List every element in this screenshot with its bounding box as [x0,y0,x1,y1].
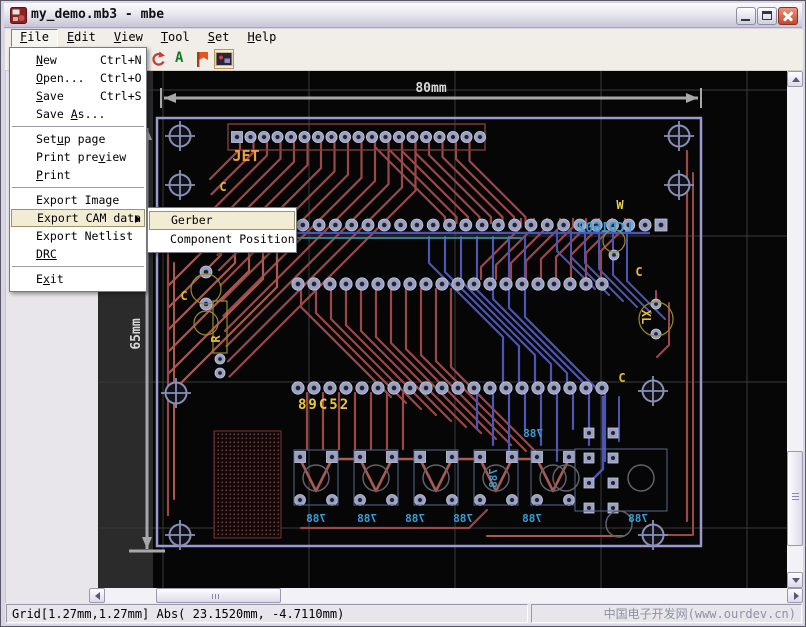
menu-item-label: Save As... [36,107,105,121]
silk-label-lcd-mirrored: LCD1602 [578,221,633,236]
menu-view[interactable]: View [105,29,152,47]
text-icon[interactable]: A [170,49,190,69]
horizontal-scroll-thumb[interactable] [156,588,281,603]
silk-label-c: C [219,180,226,194]
app-icon [10,7,27,24]
menu-separator [12,187,144,188]
menu-item-label: Export Image [36,193,119,207]
titlebar: my_demo.mb3 - mbe [4,3,802,28]
silk-label-key-mirrored: 788 [522,512,542,525]
pcb-canvas[interactable]: 80mm65mmJET89C52CCCCCWRXLLCD160278878878… [98,71,787,588]
dim-width-label: 80mm [415,81,446,96]
scroll-right-button[interactable] [787,588,803,603]
silk-label-ic: 89C52 [298,397,350,413]
menu-item-label: Print [36,168,71,182]
file-menu: New Ctrl+N Open... Ctrl+O Save Ctrl+S Save As.… [9,47,147,292]
menu-separator [12,266,144,267]
menu-item-label: Export CAM data [37,211,141,225]
menu-item-label: Export Netlist [36,229,133,243]
menu-set[interactable]: Set [199,29,239,47]
menu-item-export-cam-data[interactable]: Export CAM data [11,209,145,227]
silk-label-key-mirrored: 788 [405,512,425,525]
status-grid-readout: Grid[1.27mm,1.27mm] Abs( 23.1520mm, -4.7… [6,604,528,623]
menubar: FileEditViewToolSetHelp [5,29,803,47]
scroll-left-button[interactable] [89,588,105,603]
vertical-scroll-thumb[interactable] [787,451,803,546]
silk-label-key-mirrored: 788 [306,512,326,525]
menu-shortcut: Ctrl+O [100,69,142,87]
silk-label-key-mirrored: 788 [357,512,377,525]
silk-label-key-mirrored: 788 [453,512,473,525]
menu-item-exit[interactable]: Exit [10,270,146,288]
menu-shortcut: Ctrl+N [100,51,142,69]
submenu-arrow-icon [135,215,140,223]
silk-label-key-mirrored: 788 [487,468,500,488]
silk-label-key-mirrored: 788 [523,427,543,440]
menu-item-drc[interactable]: DRC [10,245,146,263]
menu-separator [12,126,144,127]
menu-item-new[interactable]: New Ctrl+N [10,51,146,69]
silk-label-r: R [209,335,223,343]
scroll-up-button[interactable] [787,71,803,87]
window-title: my_demo.mb3 - mbe [31,7,164,22]
copper-pour [214,431,281,538]
menu-item-open[interactable]: Open... Ctrl+O [10,69,146,87]
silk-label-c: C [180,289,187,303]
silk-label-key-mirrored: 788 [628,512,648,525]
scroll-down-button[interactable] [787,572,803,588]
silk-label-c: C [635,265,642,279]
close-button[interactable] [778,7,798,25]
menu-edit[interactable]: Edit [58,29,105,47]
menu-item-save-as[interactable]: Save As... [10,105,146,123]
submenu-item-gerber[interactable]: Gerber [149,211,295,230]
watermark: 中国电子开发网(www.ourdev.cn) [531,604,802,623]
app-window: my_demo.mb3 - mbe FileEditViewToolSetHel… [0,0,806,627]
menu-item-print-preview[interactable]: Print preview [10,148,146,166]
maximize-button[interactable] [757,7,777,25]
silk-label-crystal: XL [639,310,653,324]
minimize-button[interactable] [736,7,756,25]
menu-item-label: Exit [36,272,64,286]
vertical-scrollbar[interactable] [787,71,803,588]
horizontal-scrollbar[interactable] [89,588,803,603]
submenu-item-component-position[interactable]: Component Position [148,230,296,249]
menu-item-print[interactable]: Print [10,166,146,184]
image-icon[interactable] [214,49,234,69]
silk-label-w: W [616,198,624,212]
menu-item-setup-page[interactable]: Setup page [10,130,146,148]
silk-label-jet: JET [232,147,259,165]
pcb-drawing: 80mm65mmJET89C52CCCCCWRXLLCD160278878878… [98,71,787,588]
statusbar: Grid[1.27mm,1.27mm] Abs( 23.1520mm, -4.7… [5,603,803,624]
menu-shortcut: Ctrl+S [100,87,142,105]
cam-submenu: GerberComponent Position [147,207,297,253]
menu-item-label: Print preview [36,150,126,164]
menu-item-label: DRC [36,247,57,261]
menu-help[interactable]: Help [238,29,285,47]
menu-item-export-image[interactable]: Export Image [10,191,146,209]
menu-item-export-netlist[interactable]: Export Netlist [10,227,146,245]
silk-label-c: C [618,371,625,385]
flag-icon[interactable] [192,49,212,69]
rotate-icon[interactable] [148,49,168,69]
dim-height-label: 65mm [129,318,144,349]
menu-item-label: New [36,53,57,67]
menu-item-save[interactable]: Save Ctrl+S [10,87,146,105]
menu-item-label: Open... [36,71,85,85]
menu-item-label: Save [36,89,64,103]
menu-tool[interactable]: Tool [152,29,199,47]
menu-file[interactable]: File [11,29,58,47]
menu-item-label: Setup page [36,132,105,146]
